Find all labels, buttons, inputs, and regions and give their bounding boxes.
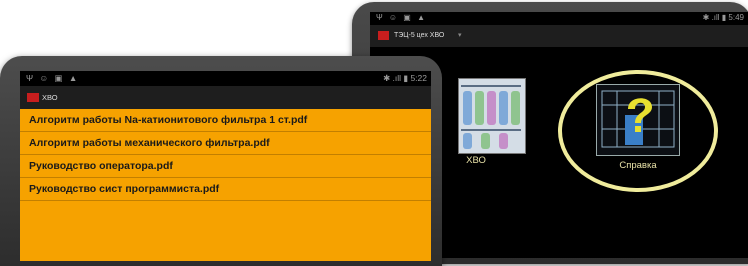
- list-item[interactable]: Руководство сист программиста.pdf: [20, 178, 431, 201]
- app-title: ХВО: [42, 93, 58, 102]
- app-bar: ТЭЦ-5 цех ХВО ▾: [370, 25, 748, 47]
- list-item[interactable]: Алгоритм работы Na-катионитового фильтра…: [20, 109, 431, 132]
- tank: [481, 133, 490, 149]
- tank: [499, 133, 508, 149]
- list-item[interactable]: Алгоритм работы механического фильтра.pd…: [20, 132, 431, 155]
- app-logo-icon: [27, 93, 39, 102]
- overflow-caret-icon[interactable]: ▾: [458, 25, 462, 47]
- tank: [463, 133, 472, 149]
- pipe-line: [461, 129, 521, 131]
- status-icons: Ψ ☺ ▣ ▲: [26, 73, 80, 83]
- list-item[interactable]: Руководство оператора.pdf: [20, 155, 431, 178]
- front-tablet-screen: Ψ ☺ ▣ ▲ ✱ .ıll ▮ 5:22 ХВО Алгоритм работ…: [20, 71, 431, 261]
- hvo-tile-thumbnail[interactable]: [458, 78, 526, 154]
- filter-column: [463, 91, 472, 125]
- status-bar: Ψ ☺ ▣ ▲ ✱ .ıll ▮ 5:22: [20, 71, 431, 85]
- status-clock: ✱ .ıll ▮ 5:22: [383, 73, 427, 83]
- pdf-file-list: Алгоритм работы Na-катионитового фильтра…: [20, 109, 431, 261]
- filter-column: [499, 91, 508, 125]
- filter-column: [475, 91, 484, 125]
- app-logo-icon: [378, 31, 389, 40]
- filter-column: [487, 91, 496, 125]
- app-title: ТЭЦ-5 цех ХВО: [394, 32, 445, 39]
- status-icons: Ψ ☺ ▣ ▲: [376, 13, 427, 22]
- filter-column: [511, 91, 520, 125]
- status-clock: ✱ .ıll ▮ 5:49: [702, 13, 744, 22]
- status-bar: Ψ ☺ ▣ ▲ ✱ .ıll ▮ 5:49: [370, 12, 748, 24]
- highlight-ring: [558, 70, 718, 192]
- app-bar: ХВО: [20, 86, 431, 109]
- hvo-tile-label[interactable]: ХВО: [456, 155, 496, 166]
- pipe-line: [461, 85, 521, 87]
